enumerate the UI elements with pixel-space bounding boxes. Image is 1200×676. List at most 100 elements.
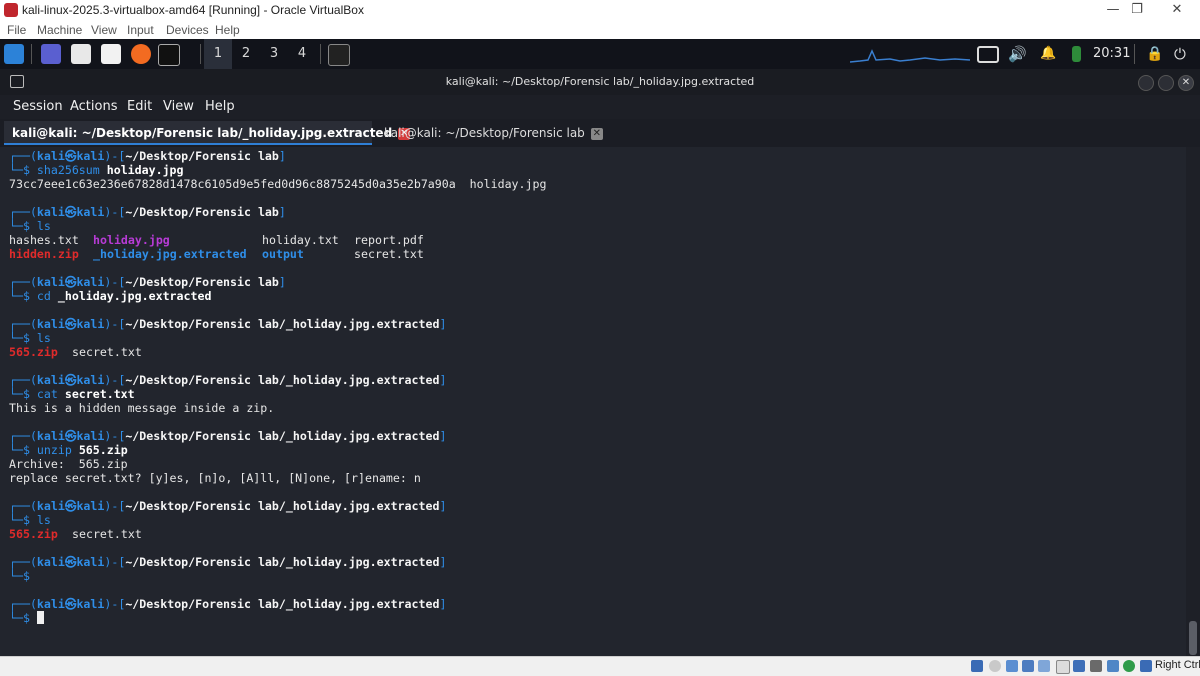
terminal-cursor bbox=[36, 611, 44, 624]
tab-extracted[interactable]: kali@kali: ~/Desktop/Forensic lab/_holid… bbox=[4, 121, 411, 145]
output-line: 73cc7eee1c63e236e67828d1478c6105d9e5fed0… bbox=[9, 177, 547, 191]
ls-entry: secret.txt bbox=[72, 345, 142, 359]
menu-file[interactable]: File bbox=[7, 23, 26, 37]
firefox-icon[interactable] bbox=[131, 44, 151, 64]
command-line: └─$ ls bbox=[9, 331, 51, 345]
terminal-menu-edit[interactable]: Edit bbox=[127, 99, 152, 114]
menu-view[interactable]: View bbox=[91, 23, 117, 37]
terminal-minimize-button[interactable] bbox=[1138, 75, 1154, 91]
terminal-window: kali@kali: ~/Desktop/Forensic lab/_holid… bbox=[0, 69, 1200, 656]
output-line: This is a hidden message inside a zip. bbox=[9, 401, 275, 415]
terminal-title: kali@kali: ~/Desktop/Forensic lab/_holid… bbox=[445, 75, 755, 88]
cpu-icon bbox=[1107, 660, 1119, 672]
output-line: Archive: 565.zip bbox=[9, 457, 128, 471]
notification-icon[interactable]: 🔔 bbox=[1040, 44, 1060, 64]
window-title: kali-linux-2025.3-virtualbox-amd64 [Runn… bbox=[22, 3, 364, 17]
workspace-2[interactable]: 2 bbox=[232, 39, 260, 69]
output-line: replace secret.txt? [y]es, [n]o, [A]ll, … bbox=[9, 471, 421, 485]
optical-drive-icon[interactable] bbox=[989, 660, 1001, 672]
prompt-line: ┌──(kali㉿kali)-[~/Desktop/Forensic lab] bbox=[9, 149, 286, 163]
ls-entry: 565.zip bbox=[9, 345, 58, 359]
command-line: └─$ cat secret.txt bbox=[9, 387, 135, 401]
command-line: └─$ sha256sum holiday.jpg bbox=[9, 163, 184, 177]
tab-forensic-lab-label: kali@kali: ~/Desktop/Forensic lab bbox=[384, 126, 585, 140]
terminal-menu-bar: Session Actions Edit View Help bbox=[0, 95, 1200, 119]
terminal-launcher-icon[interactable] bbox=[158, 44, 180, 66]
workspace-1[interactable]: 1 bbox=[204, 39, 232, 69]
prompt-line: ┌──(kali㉿kali)-[~/Desktop/Forensic lab/_… bbox=[9, 555, 447, 569]
network-icon[interactable] bbox=[1022, 660, 1034, 672]
tab-extracted-label: kali@kali: ~/Desktop/Forensic lab/_holid… bbox=[12, 126, 393, 140]
terminal-title-bar: kali@kali: ~/Desktop/Forensic lab/_holid… bbox=[0, 69, 1200, 95]
display-status-icon[interactable] bbox=[1073, 660, 1085, 672]
show-desktop-icon[interactable] bbox=[41, 44, 61, 64]
terminal-taskbar-icon[interactable] bbox=[328, 44, 350, 66]
display-icon[interactable] bbox=[977, 46, 999, 63]
command-line: └─$ unzip 565.zip bbox=[9, 443, 128, 457]
battery-icon bbox=[1072, 46, 1081, 62]
menu-machine[interactable]: Machine bbox=[37, 23, 82, 37]
menu-help[interactable]: Help bbox=[215, 23, 240, 37]
lock-icon[interactable]: 🔒 bbox=[1146, 44, 1166, 64]
volume-icon[interactable]: 🔊 bbox=[1008, 44, 1028, 64]
prompt-line: ┌──(kali㉿kali)-[~/Desktop/Forensic lab] bbox=[9, 205, 286, 219]
virtualization-icon bbox=[1123, 660, 1135, 672]
shared-folders-icon[interactable] bbox=[1056, 660, 1070, 674]
prompt-line: ┌──(kali㉿kali)-[~/Desktop/Forensic lab] bbox=[9, 275, 286, 289]
vbox-title-bar: kali-linux-2025.3-virtualbox-amd64 [Runn… bbox=[0, 0, 1200, 22]
ls-output-line: hashes.txt bbox=[9, 233, 79, 247]
prompt-line: ┌──(kali㉿kali)-[~/Desktop/Forensic lab/_… bbox=[9, 597, 447, 611]
ls-entry: output bbox=[262, 247, 304, 261]
terminal-menu-actions[interactable]: Actions bbox=[70, 99, 118, 114]
command-line: └─$ ls bbox=[9, 219, 51, 233]
text-editor-icon[interactable] bbox=[101, 44, 121, 64]
vbox-status-bar: Right Ctrl bbox=[0, 656, 1200, 676]
video-capture-icon[interactable] bbox=[1090, 660, 1102, 672]
ls-entry: 565.zip bbox=[9, 527, 58, 541]
kali-menu-icon[interactable] bbox=[4, 44, 24, 64]
cpu-graph-icon bbox=[850, 49, 970, 63]
ls-entry: holiday.jpg bbox=[93, 233, 170, 247]
hard-disk-icon[interactable] bbox=[971, 660, 983, 672]
ls-entry: holiday.txt bbox=[262, 233, 339, 247]
terminal-maximize-button[interactable] bbox=[1158, 75, 1174, 91]
menu-devices[interactable]: Devices bbox=[166, 23, 209, 37]
guest-screen: 1 2 3 4 🔊 🔔 20:31 🔒 ⏻ kali@kali: ~/Deskt… bbox=[0, 39, 1200, 656]
terminal-menu-session[interactable]: Session bbox=[13, 99, 63, 114]
host-key-label: Right Ctrl bbox=[1155, 659, 1200, 671]
ls-entry: secret.txt bbox=[354, 247, 424, 261]
vbox-menu-bar: File Machine View Input Devices Help bbox=[0, 22, 1200, 39]
terminal-close-button[interactable]: ✕ bbox=[1178, 75, 1194, 91]
ls-entry: _holiday.jpg.extracted bbox=[93, 247, 247, 261]
file-manager-icon[interactable] bbox=[71, 44, 91, 64]
usb-icon[interactable] bbox=[1038, 660, 1050, 672]
ls-entry: hidden.zip bbox=[9, 247, 79, 261]
prompt-line: ┌──(kali㉿kali)-[~/Desktop/Forensic lab/_… bbox=[9, 499, 447, 513]
mouse-integration-icon[interactable] bbox=[1140, 660, 1152, 672]
active-command-line[interactable]: └─$ bbox=[9, 611, 44, 625]
terminal-scrollbar[interactable] bbox=[1186, 147, 1200, 656]
xfce-panel: 1 2 3 4 🔊 🔔 20:31 🔒 ⏻ bbox=[0, 39, 1200, 69]
menu-input[interactable]: Input bbox=[127, 23, 154, 37]
terminal-scrollbar-thumb[interactable] bbox=[1189, 621, 1197, 655]
prompt-line: ┌──(kali㉿kali)-[~/Desktop/Forensic lab/_… bbox=[9, 373, 447, 387]
terminal-menu-view[interactable]: View bbox=[163, 99, 194, 114]
ls-entry: report.pdf bbox=[354, 233, 424, 247]
power-icon[interactable]: ⏻ bbox=[1174, 44, 1194, 64]
close-button[interactable]: ✕ bbox=[1154, 0, 1200, 22]
panel-clock[interactable]: 20:31 bbox=[1093, 39, 1130, 69]
prompt-line: ┌──(kali㉿kali)-[~/Desktop/Forensic lab/_… bbox=[9, 429, 447, 443]
audio-icon[interactable] bbox=[1006, 660, 1018, 672]
terminal-menu-help[interactable]: Help bbox=[205, 99, 235, 114]
command-line: └─$ ls bbox=[9, 513, 51, 527]
prompt-line: ┌──(kali㉿kali)-[~/Desktop/Forensic lab/_… bbox=[9, 317, 447, 331]
command-line: └─$ bbox=[9, 569, 37, 583]
workspace-4[interactable]: 4 bbox=[288, 39, 316, 69]
command-line: └─$ cd _holiday.jpg.extracted bbox=[9, 289, 212, 303]
tab-forensic-lab-close-icon[interactable]: ✕ bbox=[590, 127, 603, 140]
terminal-tab-bar: kali@kali: ~/Desktop/Forensic lab/_holid… bbox=[0, 119, 1200, 147]
workspace-3[interactable]: 3 bbox=[260, 39, 288, 69]
ls-entry: secret.txt bbox=[72, 527, 142, 541]
terminal-output[interactable]: ┌──(kali㉿kali)-[~/Desktop/Forensic lab] … bbox=[0, 147, 1186, 656]
tab-forensic-lab[interactable]: kali@kali: ~/Desktop/Forensic lab ✕ bbox=[376, 121, 612, 145]
